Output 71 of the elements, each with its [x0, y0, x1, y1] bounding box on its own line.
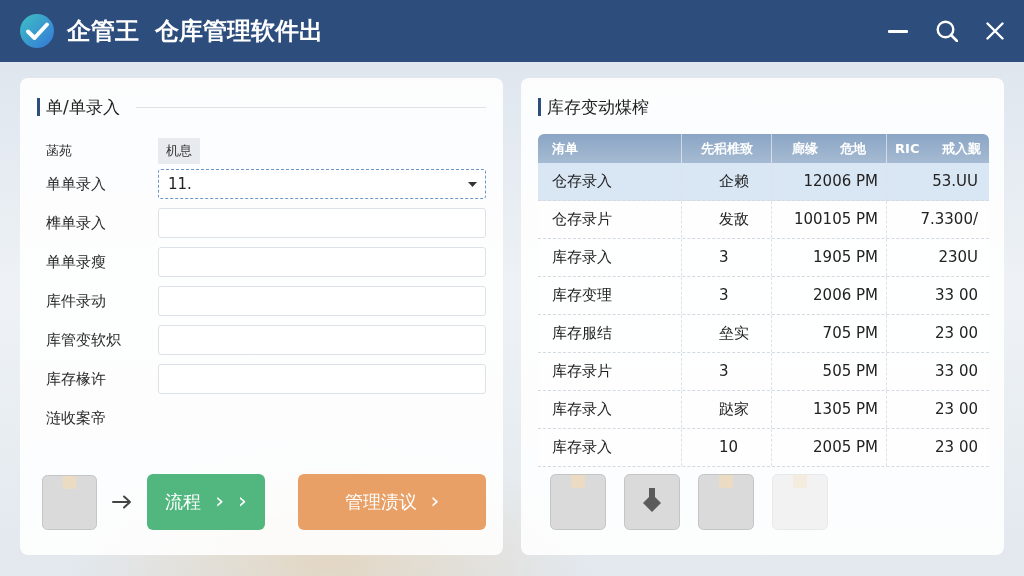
- table-cell: 33 00: [886, 277, 989, 314]
- table-cell-text: 仓存录入: [551, 171, 613, 192]
- table-cell: 1905 PM: [771, 239, 886, 276]
- table-cell: 3: [681, 353, 771, 390]
- panel-title: 库存变动煤榨: [547, 95, 649, 119]
- table-cell: 23 00: [886, 429, 989, 466]
- field-label: 库件录动: [45, 291, 107, 311]
- table-cell-text: 库存录入: [551, 247, 613, 268]
- table-cell: 230U: [886, 239, 989, 276]
- close-icon[interactable]: [986, 22, 1004, 40]
- table-cell: 7.3300/: [886, 201, 989, 238]
- table-cell: 100105 PM: [771, 201, 886, 238]
- table-cell-text: 库存录片: [551, 361, 613, 382]
- table-row[interactable]: 库存变理 3 2006 PM 33 00: [538, 277, 989, 315]
- table-cell: 505 PM: [771, 353, 886, 390]
- box-icon[interactable]: [550, 474, 606, 530]
- input-field[interactable]: [158, 325, 486, 355]
- table-cell-text: 仓存录片: [551, 209, 613, 230]
- caret-icon: [468, 181, 477, 187]
- table-cell: 53.UU: [886, 163, 989, 200]
- arrow-icon: [112, 495, 132, 509]
- table-row[interactable]: 仓存录片 发敌 100105 PM 7.3300/: [538, 201, 989, 239]
- input-field[interactable]: [158, 247, 486, 277]
- table-cell: 3: [681, 277, 771, 314]
- table-cell: 33 00: [886, 353, 989, 390]
- search-icon[interactable]: [936, 20, 958, 42]
- table-cell-text: 库存变理: [551, 285, 613, 306]
- field-label: 单单录瘦: [45, 252, 107, 272]
- column-header: 菡苑: [45, 142, 73, 160]
- accent-bar: [37, 98, 40, 116]
- table-cell: 10: [681, 429, 771, 466]
- table-row[interactable]: 库存录片 3 505 PM 33 00: [538, 353, 989, 391]
- accent-bar: [538, 98, 541, 116]
- field-label: 库管变软炽: [45, 330, 122, 350]
- table-row[interactable]: 仓存录入 企赖 12006 PM 53.UU: [538, 163, 989, 201]
- logo-icon: [20, 14, 54, 48]
- table-cell: 垒实: [681, 315, 771, 352]
- column-header: 机息: [158, 138, 200, 164]
- table-row[interactable]: 库存录入 跶家 1305 PM 23 00: [538, 391, 989, 429]
- table-cell-text: 库存录入: [551, 399, 613, 420]
- minimize-icon[interactable]: [888, 29, 908, 33]
- input-field[interactable]: [158, 208, 486, 238]
- table-cell: 23 00: [886, 315, 989, 352]
- table-cell: 12006 PM: [771, 163, 886, 200]
- box-icon[interactable]: [698, 474, 754, 530]
- table-cell: 企赖: [681, 163, 771, 200]
- table-cell: 705 PM: [771, 315, 886, 352]
- table-cell: 跶家: [681, 391, 771, 428]
- table-row[interactable]: 库存录入 3 1905 PM 230U: [538, 239, 989, 277]
- input-field[interactable]: [158, 364, 486, 394]
- table-row[interactable]: 库存录入 10 2005 PM 23 00: [538, 429, 989, 467]
- table-cell: 发敌: [681, 201, 771, 238]
- table-cell-text: 库存录入: [551, 437, 613, 458]
- panel-title: 单/单录入: [46, 95, 120, 119]
- app-name: 企管王: [67, 16, 139, 47]
- field-label: 榫单录入: [45, 213, 107, 233]
- window-title: 仓库管理软件出: [155, 16, 323, 47]
- table-cell: 1305 PM: [771, 391, 886, 428]
- table-cell: 2006 PM: [771, 277, 886, 314]
- table-cell: 2005 PM: [771, 429, 886, 466]
- dropdown-field[interactable]: 11.: [158, 169, 486, 199]
- field-label: 单单录入: [45, 174, 107, 194]
- input-field[interactable]: [158, 286, 486, 316]
- column-header: 洧单: [551, 140, 579, 158]
- table-cell: 3: [681, 239, 771, 276]
- table-cell-text: 库存服结: [551, 323, 613, 344]
- table-cell: 23 00: [886, 391, 989, 428]
- table-row[interactable]: 库存服结 垒实 705 PM 23 00: [538, 315, 989, 353]
- field-label: 涟收案帝: [45, 408, 107, 428]
- field-label: 库存椽许: [45, 369, 107, 389]
- box-icon[interactable]: [42, 474, 97, 530]
